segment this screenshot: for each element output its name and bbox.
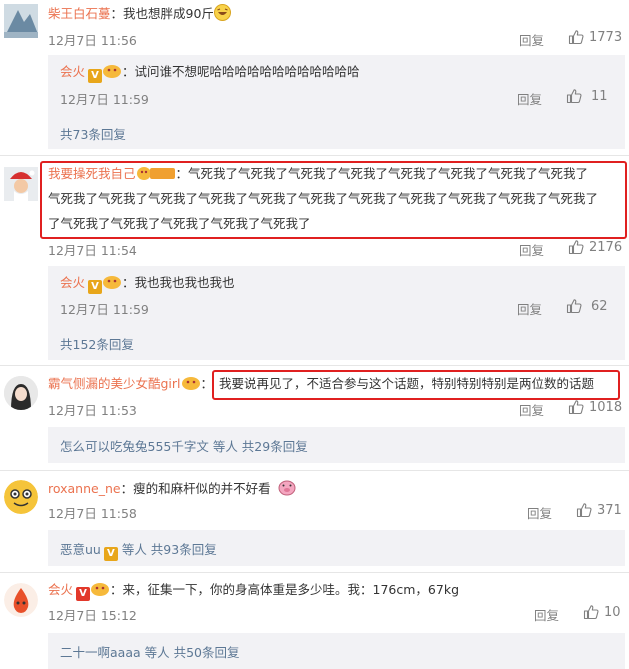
view-more-replies[interactable]: 怎么可以吃兔兔555千字文 等人 共29条回复	[60, 436, 308, 455]
comment-date: 12月7日 11:58	[48, 506, 137, 521]
reply-button[interactable]: 回复	[519, 240, 544, 259]
fan-badge-icon	[181, 376, 201, 397]
like-count: 1018	[589, 400, 623, 415]
thumbs-up-icon[interactable]	[568, 399, 584, 415]
like-count: 10	[604, 605, 621, 620]
comment-date: 12月7日 11:53	[48, 403, 137, 418]
username[interactable]: 柴王白石蔓	[48, 6, 111, 21]
view-more-replies[interactable]: 共73条回复	[60, 124, 126, 143]
reply-text: ：我也我也我也我也	[122, 275, 235, 290]
username[interactable]: 霸气侧漏的美少女酷girl	[48, 376, 181, 391]
comment-text-line-2: 气死我了气死我了气死我了气死我了气死我了气死我了气死我了气死我了气死我了气死我了…	[48, 191, 599, 206]
avatar[interactable]	[4, 167, 38, 201]
reply-count[interactable]: 等人 共29条回复	[209, 439, 308, 454]
reply-date: 12月7日 11:59	[60, 92, 149, 107]
fan-badge-icon	[136, 166, 176, 187]
like-count: 11	[591, 89, 608, 104]
fan-badge-icon	[90, 582, 110, 603]
comment-text: ：我也想胖成90斤	[110, 6, 214, 21]
avatar[interactable]	[4, 583, 38, 617]
reply-user[interactable]: 二十一啊aaaa	[60, 645, 141, 660]
thumbs-up-icon[interactable]	[583, 604, 599, 620]
reply-button[interactable]: 回复	[519, 400, 544, 419]
reply-user[interactable]: 恶意uu	[60, 542, 101, 557]
comment-text-line-3: 了气死我了气死我了气死我了气死我了气死我了	[48, 216, 311, 231]
verified-badge-icon: V	[88, 280, 103, 294]
avatar[interactable]	[4, 480, 38, 514]
reply-user[interactable]: 怎么可以吃兔兔555千字文	[60, 439, 209, 454]
username[interactable]: 我要操死我自己	[48, 166, 136, 181]
reply-text: ：试问谁不想呢哈哈哈哈哈哈哈哈哈哈哈哈	[122, 64, 360, 79]
thumbs-up-icon[interactable]	[568, 239, 584, 255]
reply-summary-box: 怎么可以吃兔兔555千字文 等人 共29条回复	[48, 427, 625, 463]
fan-badge-icon	[102, 275, 122, 296]
reply-box: 会火 V ：试问谁不想呢哈哈哈哈哈哈哈哈哈哈哈哈 12月7日 11:59 回复 11…	[48, 55, 625, 149]
comment-text: ：来，征集一下，你的身高体重是多少哇。我：176cm，67kg	[110, 582, 460, 597]
like-count: 371	[597, 503, 622, 518]
divider	[0, 470, 629, 471]
like-count: 2176	[589, 240, 623, 255]
thumbs-up-icon[interactable]	[566, 88, 582, 104]
reply-summary-box: 恶意uu V 等人 共93条回复	[48, 530, 625, 566]
divider	[0, 155, 629, 156]
comment-text: ：气死我了气死我了气死我了气死我了气死我了气死我了气死我了气死我了	[175, 166, 589, 181]
pig-emoji-icon	[277, 478, 297, 502]
thumbs-up-icon[interactable]	[566, 298, 582, 314]
reply-box: 会火 V ：我也我也我也我也 12月7日 11:59 回复 62 共152条回复	[48, 266, 625, 360]
reply-summary-box: 二十一啊aaaa 等人 共50条回复	[48, 633, 625, 669]
username[interactable]: 会火	[48, 582, 73, 597]
verified-badge-icon: V	[103, 547, 118, 561]
comment-text: ：瘦的和麻杆似的并不好看	[120, 481, 271, 496]
like-count: 62	[591, 299, 608, 314]
username[interactable]: 会火	[60, 275, 85, 290]
divider	[0, 365, 629, 366]
username[interactable]: 会火	[60, 64, 85, 79]
verified-badge-icon: V	[76, 587, 91, 601]
reply-button[interactable]: 回复	[517, 89, 542, 108]
thumbs-up-icon[interactable]	[568, 29, 584, 45]
verified-badge-icon: V	[88, 69, 103, 83]
divider	[0, 572, 629, 573]
comment-text: 我要说再见了，不适合参与这个话题，特别特别特别是两位数的话题	[219, 376, 595, 391]
view-more-replies[interactable]: 二十一啊aaaa 等人 共50条回复	[60, 642, 240, 661]
view-more-replies[interactable]: 恶意uu V 等人 共93条回复	[60, 539, 217, 561]
avatar[interactable]	[4, 376, 38, 410]
thumbs-up-icon[interactable]	[576, 502, 592, 518]
fan-badge-icon	[102, 64, 122, 85]
reply-button[interactable]: 回复	[534, 605, 559, 624]
comment-date: 12月7日 11:56	[48, 33, 137, 48]
like-count: 1773	[589, 30, 623, 45]
username[interactable]: roxanne_ne	[48, 481, 121, 496]
reply-count[interactable]: 等人 共93条回复	[118, 542, 217, 557]
view-more-replies[interactable]: 共152条回复	[60, 334, 134, 353]
reply-button[interactable]: 回复	[527, 503, 552, 522]
avatar[interactable]	[4, 4, 38, 38]
comment-date: 12月7日 15:12	[48, 608, 137, 623]
reply-count[interactable]: 等人 共50条回复	[141, 645, 240, 660]
reply-button[interactable]: 回复	[519, 30, 544, 49]
reply-button[interactable]: 回复	[517, 299, 542, 318]
laughing-emoji-icon	[213, 4, 231, 27]
reply-date: 12月7日 11:59	[60, 302, 149, 317]
comment-date: 12月7日 11:54	[48, 243, 137, 258]
